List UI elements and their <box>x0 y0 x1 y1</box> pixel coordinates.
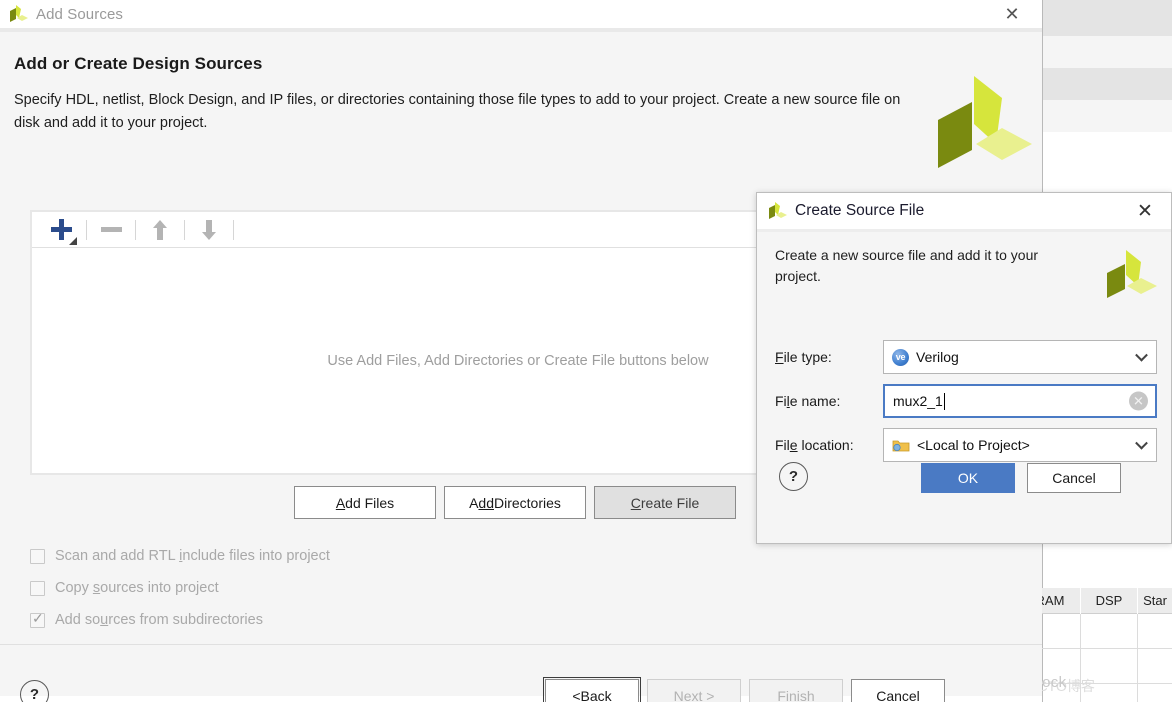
text-cursor <box>943 392 946 410</box>
toolbar-divider <box>86 219 87 240</box>
toolbar-divider <box>135 219 136 240</box>
arrow-up-icon <box>153 219 167 240</box>
file-type-label: File type: <box>775 349 832 365</box>
toolbar-divider <box>184 219 185 240</box>
dialog-titlebar: Create Source File ✕ <box>757 193 1171 229</box>
folder-icon <box>892 438 910 453</box>
plus-icon <box>49 217 77 245</box>
dialog-buttons: OK Cancel <box>921 463 1121 493</box>
file-location-value: <Local to Project> <box>917 437 1030 453</box>
file-name-label: File name: <box>775 393 841 409</box>
checkbox-box[interactable] <box>30 610 45 628</box>
minus-icon <box>100 227 122 232</box>
chevron-down-icon <box>1135 436 1148 450</box>
clear-circle-icon[interactable]: ✕ <box>1129 391 1148 411</box>
page-description: Specify HDL, netlist, Block Design, and … <box>14 92 901 131</box>
field-row-file-type: File type: ve Verilog <box>775 335 1157 379</box>
add-files-button[interactable]: Add Files <box>294 486 436 519</box>
dialog-titlebar-divider <box>757 229 1171 232</box>
cancel-button[interactable]: Cancel <box>851 679 945 702</box>
background-row <box>1042 100 1172 132</box>
screenshot-root: RAM DSP Star 51CTO博客 CSDN @shock Add Sou… <box>0 0 1172 702</box>
create-source-form: File type: ve Verilog File name: mux2_1 … <box>775 335 1157 467</box>
file-name-value: mux2_1 <box>893 393 943 409</box>
dialog-cancel-button[interactable]: Cancel <box>1027 463 1121 493</box>
close-icon[interactable]: ✕ <box>1127 193 1163 229</box>
dialog-help-button[interactable]: ? <box>779 462 808 491</box>
field-row-file-location: File location: <Local to Project> <box>775 423 1157 467</box>
checkbox-label: Scan and add RTL include files into proj… <box>55 548 330 564</box>
background-row <box>1042 36 1172 68</box>
remove-source-button[interactable] <box>91 215 131 245</box>
move-up-button[interactable] <box>140 215 180 245</box>
checkbox-box[interactable] <box>30 580 45 596</box>
dialog-description: Create a new source file and add it to y… <box>775 247 1039 284</box>
ok-button[interactable]: OK <box>921 463 1015 493</box>
checkbox-label: Add sources from subdirectories <box>55 612 263 628</box>
file-type-value: Verilog <box>916 349 959 365</box>
file-location-dropdown[interactable]: <Local to Project> <box>883 428 1157 462</box>
create-source-file-dialog: Create Source File ✕ Create a new source… <box>756 192 1172 544</box>
create-file-button[interactable]: Create File <box>594 486 736 519</box>
close-icon[interactable]: ✕ <box>992 0 1032 28</box>
background-row <box>1042 0 1172 36</box>
file-location-label: File location: <box>775 437 854 453</box>
add-sources-title: Add Sources <box>36 5 123 23</box>
checkbox-label: Copy sources into project <box>55 580 219 596</box>
verilog-icon: ve <box>892 348 909 366</box>
checkbox-box[interactable] <box>30 548 45 564</box>
page-title: Add or Create Design Sources <box>14 54 263 73</box>
vivado-logo-icon <box>1103 248 1159 300</box>
file-type-dropdown[interactable]: ve Verilog <box>883 340 1157 374</box>
file-name-input[interactable]: mux2_1 ✕ <box>883 384 1157 418</box>
vivado-logo-icon <box>930 72 1036 172</box>
field-row-file-name: File name: mux2_1 ✕ <box>775 379 1157 423</box>
add-sources-titlebar: Add Sources ✕ <box>0 0 1042 28</box>
back-button[interactable]: < Back <box>543 677 641 702</box>
chevron-down-icon <box>1135 348 1148 362</box>
move-down-button[interactable] <box>189 215 229 245</box>
add-source-button[interactable] <box>42 215 82 245</box>
row-divider <box>1020 648 1172 649</box>
next-button: Next > <box>647 679 741 702</box>
arrow-down-icon <box>202 219 216 240</box>
source-options: Scan and add RTL include files into proj… <box>30 540 330 636</box>
checkbox-copy-sources[interactable]: Copy sources into project <box>30 572 330 604</box>
source-action-buttons: Add Files Add Directories Create File <box>294 486 736 519</box>
column-header-dsp: DSP <box>1081 588 1137 614</box>
background-row <box>1042 68 1172 100</box>
toolbar-divider <box>233 219 234 240</box>
checkbox-add-subdirectories[interactable]: Add sources from subdirectories <box>30 604 330 636</box>
checkbox-scan-rtl-include[interactable]: Scan and add RTL include files into proj… <box>30 540 330 572</box>
dialog-title: Create Source File <box>795 202 925 219</box>
column-header-start: Star <box>1138 588 1172 614</box>
add-directories-button[interactable]: Add Directories <box>444 486 586 519</box>
wizard-navigation: < Back Next > Finish Cancel <box>543 677 945 702</box>
finish-button: Finish <box>749 679 843 702</box>
vivado-logo-icon <box>8 4 34 24</box>
help-button[interactable]: ? <box>20 680 49 702</box>
cell-divider <box>1137 614 1138 702</box>
footer-divider <box>0 644 1042 645</box>
vivado-logo-icon <box>767 201 791 221</box>
